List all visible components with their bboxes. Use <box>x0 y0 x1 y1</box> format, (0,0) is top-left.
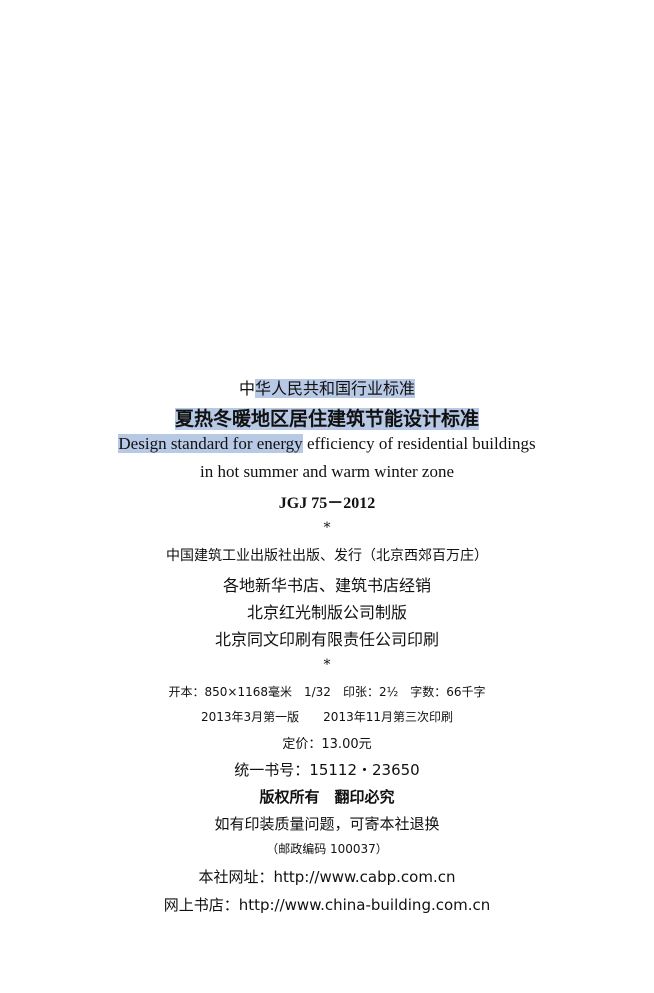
postcode: （邮政编码 100037） <box>266 842 388 856</box>
standard-code-line: JGJ 75－2012 <box>0 489 654 512</box>
printer: 北京同文印刷有限责任公司印刷 <box>214 630 439 649</box>
quality-notice: 如有印装质量问题，可寄本社退换 <box>214 815 440 833</box>
publisher-line: 中国建筑工业出版社出版、发行（北京西郊百万庄） <box>0 545 654 565</box>
distributor: 各地新华书店、建筑书店经销 <box>222 576 431 595</box>
title-en-line-1: Design standard for energy efficiency of… <box>0 434 654 458</box>
standard-code: JGJ 75－2012 <box>278 495 376 512</box>
plate-maker: 北京红光制版公司制版 <box>246 603 407 622</box>
copyright: 版权所有 翻印必究 <box>259 788 395 806</box>
separator-star-1: * <box>323 520 331 536</box>
title-en-line-2: in hot summer and warm winter zone <box>0 462 654 486</box>
distributor-line: 各地新华书店、建筑书店经销 <box>0 572 654 595</box>
edition-info: 2013年3月第一版 2013年11月第三次印刷 <box>201 710 453 724</box>
edition-info-line: 2013年3月第一版 2013年11月第三次印刷 <box>0 708 654 726</box>
printer-line: 北京同文印刷有限责任公司印刷 <box>0 626 654 649</box>
publisher: 中国建筑工业出版社出版、发行（北京西郊百万庄） <box>166 548 488 564</box>
title-en-line2: in hot summer and warm winter zone <box>200 462 454 481</box>
book-number-line: 统一书号：15112・23650 <box>0 759 654 780</box>
standard-category-line: 中华人民共和国行业标准 <box>0 375 654 398</box>
price-line: 定价：13.00元 <box>0 733 654 752</box>
title-en-rest: efficiency of residential buildings <box>302 434 536 453</box>
online-store-line: 网上书店：http://www.china-building.com.cn <box>0 894 654 915</box>
title-cn-line: 夏热冬暖地区居住建筑节能设计标准 <box>0 404 654 430</box>
format-info: 开本：850×1168毫米 1/32 印张：2½ 字数：66千字 <box>168 685 486 699</box>
plate-maker-line: 北京红光制版公司制版 <box>0 599 654 622</box>
separator-star-2: * <box>323 657 331 673</box>
book-number: 统一书号：15112・23650 <box>234 761 420 779</box>
price: 定价：13.00元 <box>282 737 372 752</box>
copyright-line: 版权所有 翻印必究 <box>0 786 654 807</box>
postcode-line: （邮政编码 100037） <box>0 840 654 858</box>
online-store: 网上书店：http://www.china-building.com.cn <box>163 896 491 914</box>
quality-notice-line: 如有印装质量问题，可寄本社退换 <box>0 813 654 834</box>
title-en-selected[interactable]: Design standard for energy <box>118 434 303 453</box>
website: 本社网址：http://www.cabp.com.cn <box>198 868 456 886</box>
standard-category-selected[interactable]: 华人民共和国行业标准 <box>255 379 416 398</box>
standard-category-prefix: 中 <box>238 379 255 398</box>
title-cn[interactable]: 夏热冬暖地区居住建筑节能设计标准 <box>174 408 479 430</box>
website-line: 本社网址：http://www.cabp.com.cn <box>0 866 654 887</box>
format-info-line: 开本：850×1168毫米 1/32 印张：2½ 字数：66千字 <box>0 683 654 701</box>
